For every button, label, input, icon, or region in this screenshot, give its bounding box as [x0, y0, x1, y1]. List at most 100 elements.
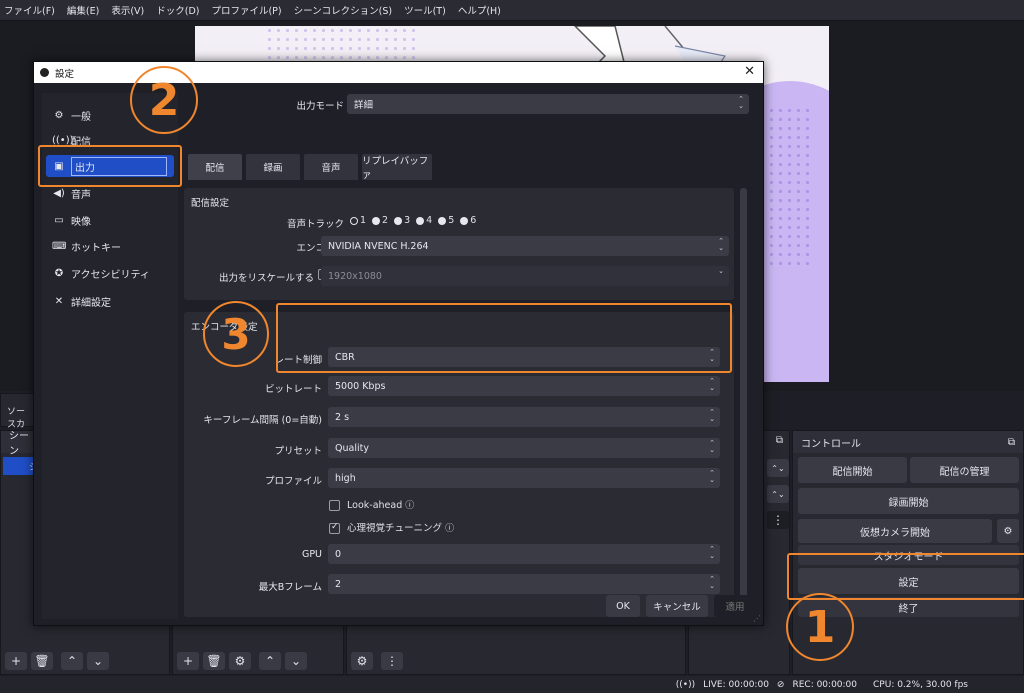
menu-item[interactable]: 編集(E) [67, 3, 99, 17]
keyframe-spinbox[interactable]: 2 s ⌃ ⌄ [328, 407, 720, 427]
audio-track-number: 6 [470, 215, 477, 226]
audio-track-label: 音声トラック [286, 219, 344, 230]
scrollbar[interactable] [740, 188, 747, 615]
stream-settings-title: 配信設定 [191, 198, 230, 209]
menu-item[interactable]: ヘルプ(H) [458, 3, 501, 17]
preset-select[interactable]: Quality ⌃ ⌄ [328, 438, 720, 458]
audio-icon: ◀) [53, 187, 65, 199]
audio-track-number: 2 [382, 215, 389, 226]
controls-dock-title: コントロール [801, 438, 861, 450]
move-up-icon[interactable]: ⌃ [259, 652, 281, 670]
add-scene-icon[interactable]: + [5, 652, 27, 670]
menu-bar: ファイル(F) 編集(E) 表示(V) ドック(D) プロファイル(P) シーンコレクショ… [0, 0, 1024, 21]
close-icon[interactable]: ✕ [744, 64, 755, 79]
start-virtual-camera-button[interactable]: 仮想カメラ開始 [798, 519, 992, 543]
accessibility-icon: ✪ [54, 267, 64, 279]
menu-item[interactable]: 表示(V) [111, 3, 144, 17]
sidebar-item-4[interactable]: ▭ 映像 [46, 209, 174, 231]
resize-grip-icon[interactable]: ⋰ [753, 614, 761, 623]
audio-track-radio[interactable] [416, 216, 425, 225]
start-recording-button[interactable]: 録画開始 [798, 488, 1019, 514]
audio-track-number: 3 [404, 215, 411, 226]
broadcast-icon: ((•)) [52, 134, 74, 146]
undock-icon[interactable]: ⧉ [1008, 437, 1015, 448]
sidebar-item-label: 一般 [71, 111, 91, 123]
rescale-select[interactable]: 1920x1080 ⌄ [321, 266, 729, 286]
undock-icon[interactable]: ⧉ [776, 435, 783, 446]
sidebar-item-label: 詳細設定 [71, 297, 111, 309]
audio-track-radio[interactable] [394, 216, 403, 225]
audio-track-number: 5 [448, 215, 455, 226]
sidebar-item-label: 映像 [71, 216, 91, 228]
monitor-icon: ▭ [54, 214, 64, 226]
tab-recording[interactable]: 録画 [246, 154, 300, 180]
more-options-icon[interactable]: ⋮ [381, 652, 403, 670]
bitrate-spinbox[interactable]: 5000 Kbps ⌃ ⌄ [328, 376, 720, 396]
apply-button[interactable]: 適用 [714, 595, 756, 617]
sidebar-item-5[interactable]: ⌨ ホットキー [46, 235, 174, 257]
scenes-dock-title: シーン [9, 431, 29, 457]
audio-track-radio[interactable] [460, 216, 469, 225]
menu-item[interactable]: ツール(T) [404, 3, 446, 17]
sidebar-item-label: ホットキー [71, 242, 121, 254]
audio-track-radio[interactable] [372, 216, 381, 225]
output-mode-select[interactable]: 詳細 ⌃ ⌄ [347, 94, 749, 114]
lookahead-label: Look-ahead [347, 500, 403, 511]
dialog-title: 設定 [55, 68, 75, 80]
output-mode-label: 出力モード [296, 101, 344, 112]
obs-logo-icon [40, 68, 49, 77]
spin-arrows-icon[interactable]: ⌃⌄ [767, 459, 789, 477]
cpu-usage: CPU: 0.2%, 30.00 fps [873, 679, 968, 690]
sidebar-item-6[interactable]: ✪ アクセシビリティ [46, 262, 174, 284]
sidebar-item-7[interactable]: ✕ 詳細設定 [46, 290, 174, 312]
psycho-visual-checkbox[interactable]: ✓ [329, 522, 340, 534]
profile-select[interactable]: high ⌃ ⌄ [328, 468, 720, 488]
help-icon[interactable]: ⓘ [405, 501, 414, 511]
rec-time: REC: 00:00:00 [792, 679, 858, 690]
help-icon[interactable]: ⓘ [445, 524, 454, 534]
audio-track-radio[interactable] [438, 216, 447, 225]
menu-item[interactable]: ファイル(F) [4, 3, 55, 17]
mixer-settings-icon[interactable]: ⚙ [351, 652, 373, 670]
lookahead-row: Look-ahead ⓘ [329, 498, 414, 511]
sidebar-item-label: アクセシビリティ [71, 269, 150, 281]
ok-button[interactable]: OK [606, 595, 640, 617]
keyframe-label: キーフレーム間隔 (0=自動) [203, 415, 322, 426]
psycho-visual-label: 心理視覚チューニング [347, 523, 443, 534]
source-properties-icon[interactable]: ⚙ [229, 652, 251, 670]
spin-arrows-icon[interactable]: ⌃⌄ [767, 485, 789, 503]
more-options-icon[interactable]: ⋮ [767, 511, 789, 529]
audio-track-radio[interactable] [350, 216, 358, 225]
remove-source-icon[interactable]: 🗑 [203, 652, 225, 670]
rescale-label: 出力をリスケールする [218, 273, 314, 284]
step-two-marker: 2 [130, 66, 198, 134]
bframes-spinbox[interactable]: 2 ⌃ ⌄ [328, 574, 720, 594]
menu-item[interactable]: ドック(D) [156, 3, 199, 17]
tab-audio[interactable]: 音声 [304, 154, 358, 180]
keyboard-icon: ⌨ [52, 240, 67, 252]
move-down-icon[interactable]: ⌄ [87, 652, 109, 670]
lookahead-checkbox[interactable] [329, 500, 340, 511]
move-down-icon[interactable]: ⌄ [285, 652, 307, 670]
encoder-select[interactable]: NVIDIA NVENC H.264 ⌃ ⌄ [321, 236, 729, 256]
bitrate-label: ビットレート [264, 384, 322, 395]
wrench-icon: ✕ [54, 295, 64, 307]
preset-label: プリセット [274, 446, 322, 457]
tab-replay-buffer[interactable]: リプレイバッファ [362, 154, 432, 181]
highlight-output-item [38, 145, 182, 187]
rec-icon: ⊘ [776, 679, 785, 690]
live-time: LIVE: 00:00:00 [703, 679, 769, 690]
audio-track-radios: 1 2 3 4 5 6 [344, 215, 476, 226]
virtual-camera-settings-icon[interactable]: ⚙ [997, 519, 1019, 543]
tab-stream[interactable]: 配信 [188, 154, 242, 180]
menu-item[interactable]: プロファイル(P) [211, 3, 281, 17]
start-stream-button[interactable]: 配信開始 [798, 457, 907, 483]
menu-item[interactable]: シーンコレクション(S) [294, 3, 392, 17]
audio-track-number: 1 [360, 215, 367, 226]
add-source-icon[interactable]: + [177, 652, 199, 670]
remove-scene-icon[interactable]: 🗑 [31, 652, 53, 670]
gpu-spinbox[interactable]: 0 ⌃ ⌄ [328, 544, 720, 564]
move-up-icon[interactable]: ⌃ [61, 652, 83, 670]
manage-stream-button[interactable]: 配信の管理 [910, 457, 1019, 483]
cancel-button[interactable]: キャンセル [646, 595, 708, 617]
